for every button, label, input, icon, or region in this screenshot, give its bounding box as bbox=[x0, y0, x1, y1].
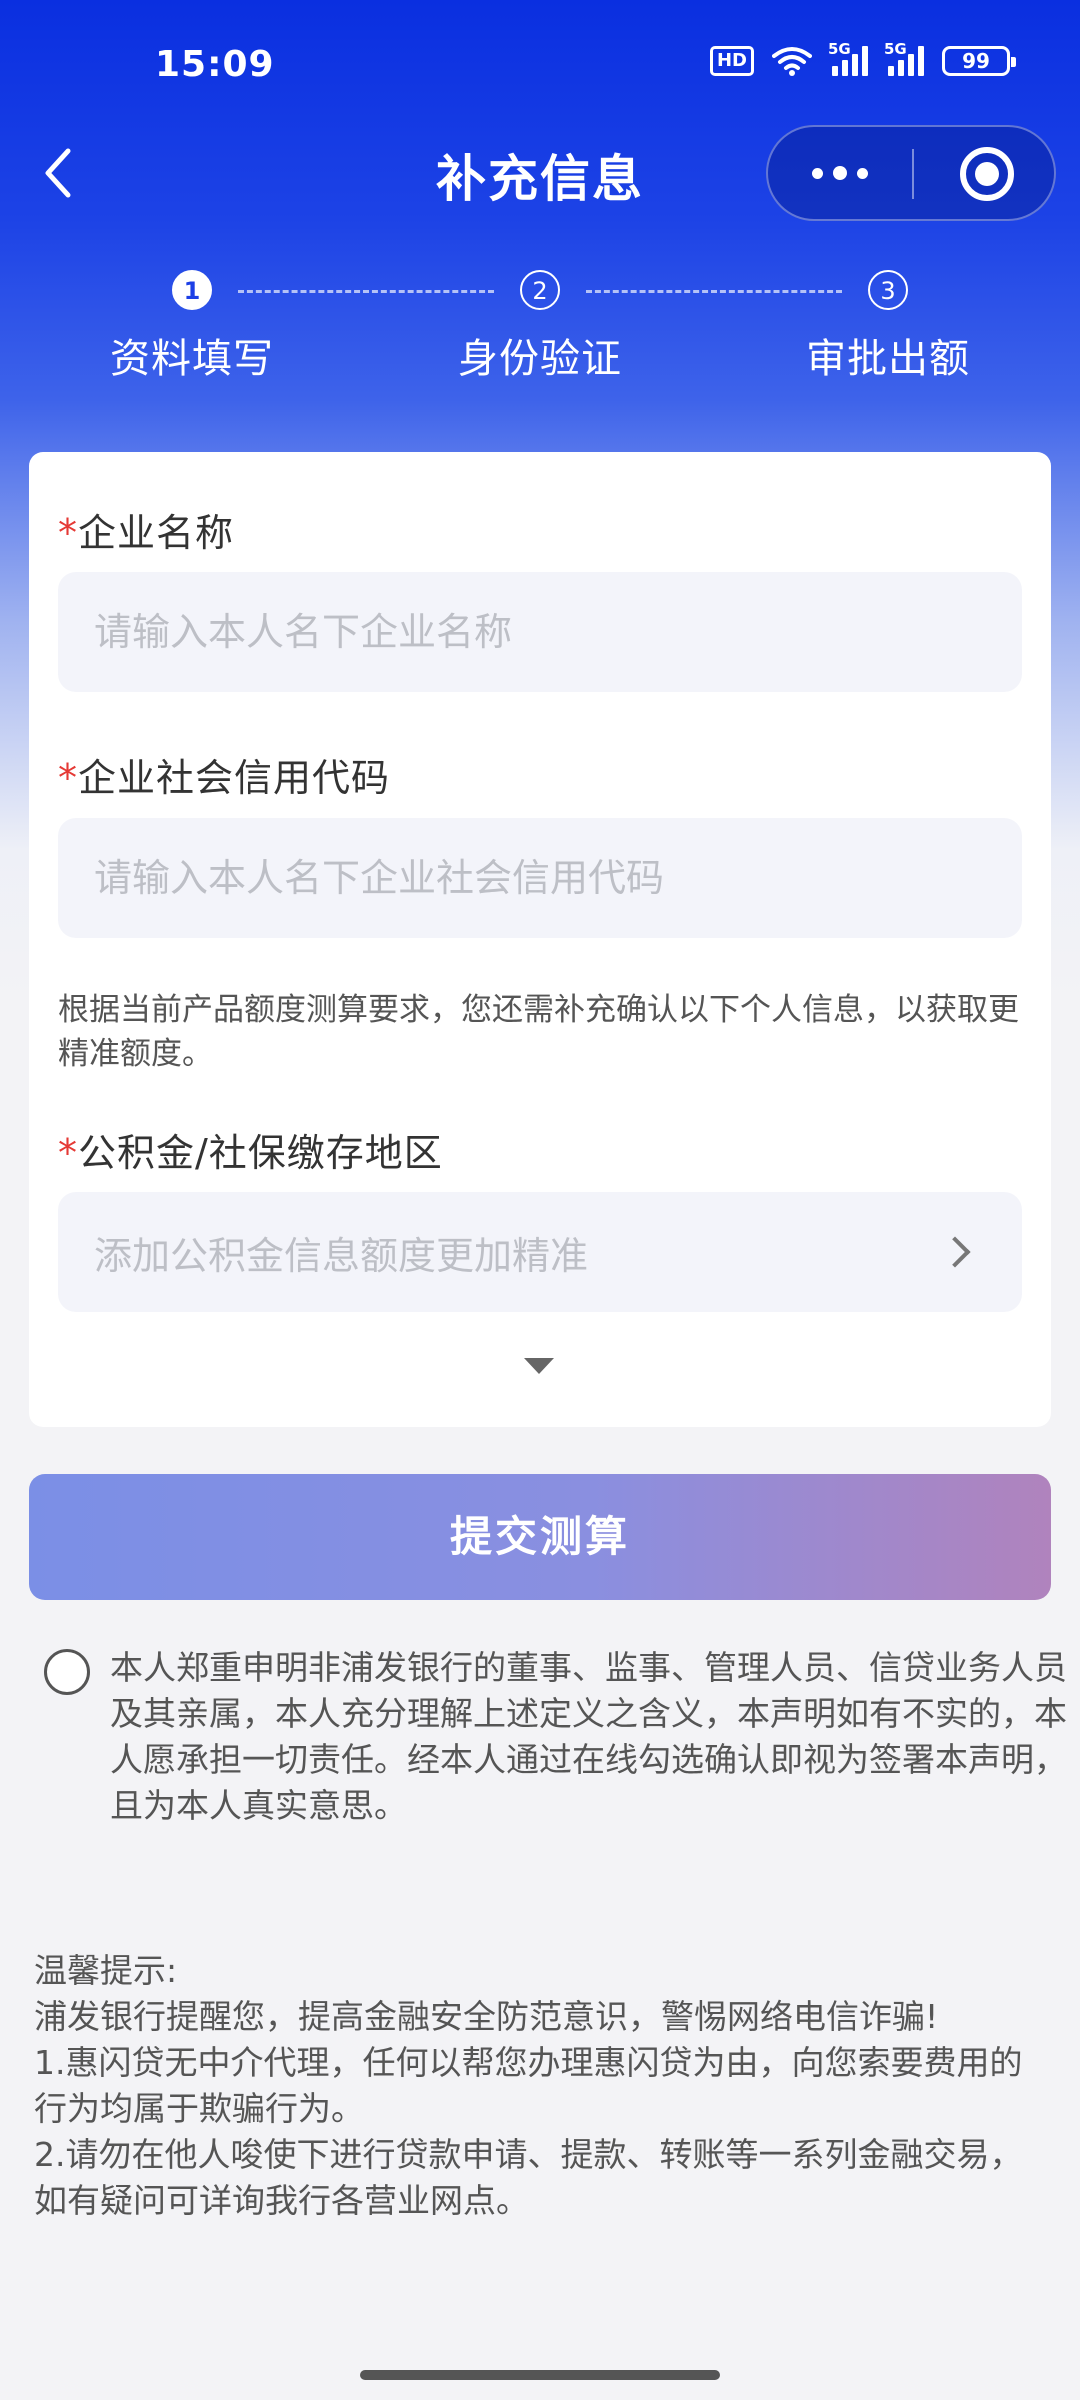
progress-steps: 1 资料填写 2 身份验证 3 审批出额 bbox=[0, 270, 1080, 382]
fund-region-select[interactable]: 添加公积金信息额度更加精准 bbox=[58, 1192, 1022, 1312]
wifi-icon bbox=[772, 47, 812, 76]
battery-icon: 99 bbox=[942, 46, 1016, 76]
home-indicator[interactable] bbox=[360, 2370, 720, 2380]
step-number: 3 bbox=[868, 270, 908, 310]
company-name-label: *企业名称 bbox=[58, 511, 235, 555]
submit-button[interactable]: 提交测算 bbox=[29, 1474, 1051, 1600]
form-card: *企业名称 *企业社会信用代码 根据当前产品额度测算要求，您还需补充确认以下个人… bbox=[29, 452, 1051, 1427]
required-mark: * bbox=[58, 756, 78, 800]
signal-icon: 5G bbox=[828, 40, 868, 76]
tips-line: 2.请勿在他人唆使下进行贷款申请、提款、转账等一系列金融交易，如有疑问可详询我行… bbox=[34, 2135, 1023, 2220]
step-number: 2 bbox=[520, 270, 560, 310]
company-name-input[interactable] bbox=[58, 572, 1022, 692]
expand-arrow-icon[interactable] bbox=[524, 1358, 554, 1374]
credit-code-input[interactable] bbox=[58, 818, 1022, 938]
step-number: 1 bbox=[172, 270, 212, 310]
fund-region-label: *公积金/社保缴存地区 bbox=[58, 1131, 443, 1175]
tips-line: 1.惠闪贷无中介代理，任何以帮您办理惠闪贷为由，向您索要费用的行为均属于欺骗行为… bbox=[34, 2043, 1023, 2128]
step-3: 3 审批出额 bbox=[758, 270, 1018, 384]
more-dots-icon bbox=[812, 167, 823, 179]
fund-region-placeholder: 添加公积金信息额度更加精准 bbox=[94, 1233, 589, 1278]
signal-icon: 5G bbox=[884, 40, 924, 76]
step-2: 2 身份验证 bbox=[410, 270, 670, 384]
credit-code-label: *企业社会信用代码 bbox=[58, 756, 391, 800]
mini-program-capsule bbox=[766, 125, 1056, 221]
tips-line: 浦发银行提醒您，提高金融安全防范意识，警惕网络电信诈骗! bbox=[34, 1997, 939, 2036]
consent-text: 本人郑重申明非浦发银行的董事、监事、管理人员、信贷业务人员及其亲属，本人充分理解… bbox=[110, 1648, 1067, 1825]
capsule-divider bbox=[912, 149, 914, 199]
step-label: 身份验证 bbox=[458, 336, 622, 382]
system-icons: HD 5G 5G 99 bbox=[709, 40, 1016, 76]
form-hint: 根据当前产品额度测算要求，您还需补充确认以下个人信息，以获取更精准额度。 bbox=[58, 992, 1019, 1072]
more-button[interactable] bbox=[768, 127, 912, 219]
step-1: 1 资料填写 bbox=[62, 270, 322, 384]
tips-title: 温馨提示: bbox=[34, 1951, 178, 1990]
step-label: 资料填写 bbox=[110, 336, 274, 382]
chevron-right-icon bbox=[939, 1236, 971, 1268]
navigation-bar: 补充信息 bbox=[0, 125, 1080, 225]
step-label: 审批出额 bbox=[806, 336, 970, 382]
status-bar: 15:09 HD 5G 5G 99 bbox=[0, 0, 1080, 130]
consent-checkbox[interactable] bbox=[44, 1649, 90, 1695]
required-mark: * bbox=[58, 1131, 78, 1175]
required-mark: * bbox=[58, 511, 78, 555]
warm-tips: 温馨提示: 浦发银行提醒您，提高金融安全防范意识，警惕网络电信诈骗! 1.惠闪贷… bbox=[34, 1948, 1054, 2224]
close-mini-program-button[interactable] bbox=[960, 147, 1014, 201]
hd-voice-icon: HD bbox=[709, 46, 754, 76]
status-time: 15:09 bbox=[155, 44, 275, 85]
